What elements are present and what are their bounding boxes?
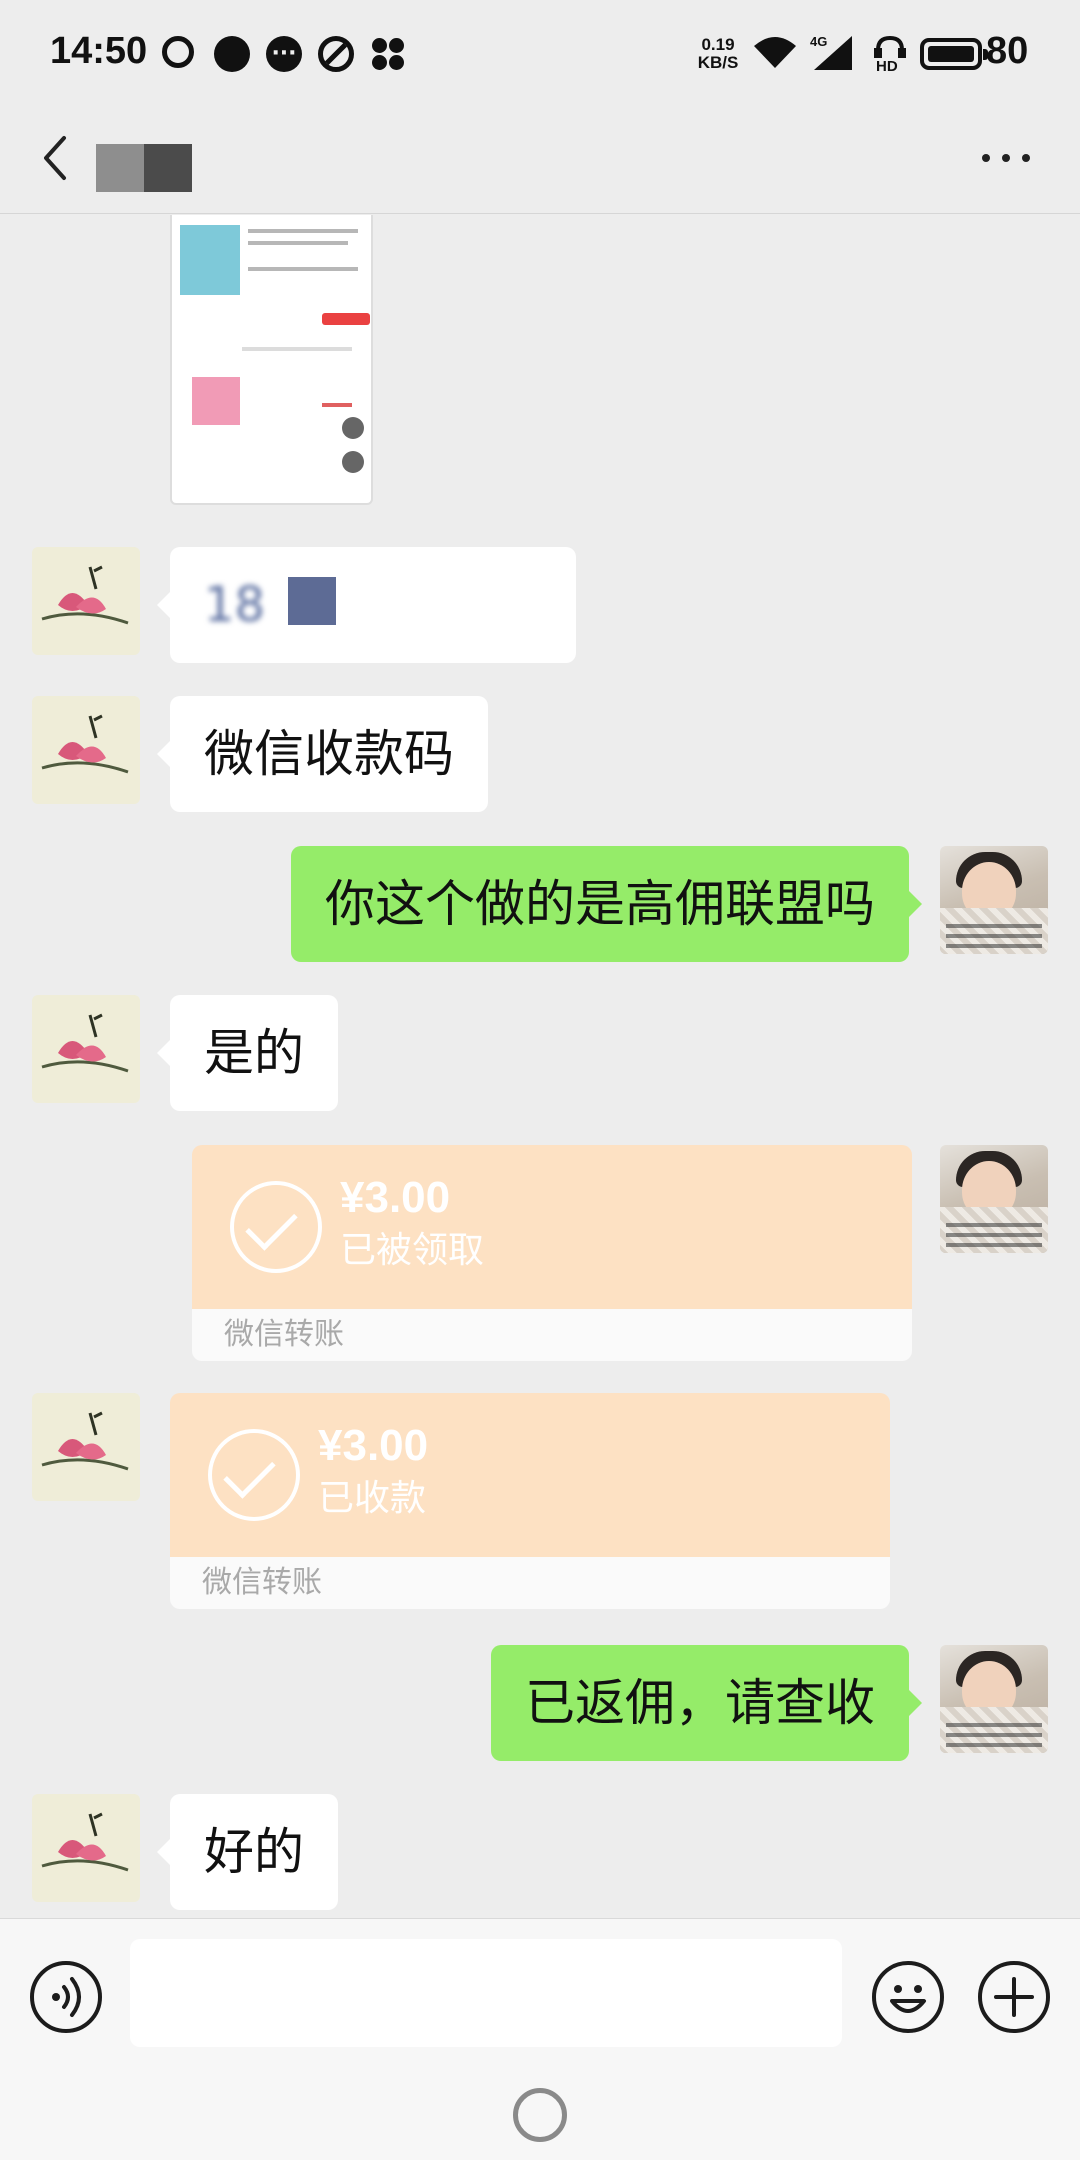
more-horizontal-icon	[982, 154, 990, 162]
battery-icon	[920, 38, 988, 70]
image-message[interactable]	[170, 215, 373, 505]
transfer-status: 已被领取	[340, 1230, 485, 1271]
transfer-status: 已收款	[318, 1478, 427, 1519]
chat-header	[0, 108, 1080, 214]
emoji-icon	[890, 1985, 926, 2013]
chevron-left-icon	[44, 136, 66, 180]
self-avatar[interactable]	[940, 1645, 1048, 1753]
battery-level: 80	[986, 30, 1029, 72]
redaction-block	[288, 577, 336, 625]
chat-notification-icon	[214, 36, 250, 72]
voice-icon	[52, 1977, 81, 2017]
home-button[interactable]	[513, 2088, 567, 2142]
status-time: 14:50	[50, 30, 148, 72]
transfer-card-received[interactable]: ¥3.00 已收款 微信转账	[170, 1393, 890, 1609]
eye-icon	[342, 451, 364, 473]
incoming-message[interactable]: 微信收款码	[157, 696, 488, 812]
message-notification-icon: ···	[266, 36, 302, 72]
incoming-message[interactable]: 是的	[157, 995, 338, 1111]
incoming-message[interactable]: 好的	[157, 1794, 338, 1910]
outgoing-message[interactable]: 已返佣，请查收	[491, 1645, 922, 1761]
network-speed: 0.19 KB/S	[697, 35, 739, 72]
person-icon	[342, 417, 364, 439]
masked-text-message[interactable]: 18	[157, 547, 576, 663]
check-circle-icon	[208, 1429, 300, 1521]
hd-label: HD	[876, 58, 898, 72]
network-type: 4G	[810, 34, 827, 49]
contact-avatar[interactable]	[32, 995, 140, 1103]
more-button[interactable]	[974, 138, 1038, 178]
contact-avatar[interactable]	[32, 1794, 140, 1902]
do-not-disturb-icon	[318, 36, 354, 72]
app-notification-icon	[370, 36, 406, 72]
link-notification-icon	[162, 36, 194, 68]
transfer-label: 微信转账	[170, 1557, 890, 1609]
emoji-button[interactable]	[872, 1961, 944, 2033]
message-input[interactable]	[130, 1939, 842, 2047]
check-circle-icon	[230, 1181, 322, 1273]
self-avatar[interactable]	[940, 1145, 1048, 1253]
chat-message-list[interactable]: 18 微信收款码 你这个做的是高佣联盟吗 是的 ¥3.00 已被领取 微信转账 …	[0, 215, 1080, 1918]
status-bar: 14:50 ··· 0.19 KB/S 4G HD 80	[0, 0, 1080, 108]
more-actions-button[interactable]	[978, 1961, 1050, 2033]
masked-text: 18	[204, 577, 266, 633]
transfer-amount: ¥3.00	[340, 1173, 451, 1222]
contact-avatar[interactable]	[32, 696, 140, 804]
voice-button[interactable]	[30, 1961, 102, 2033]
hd-voice-icon: HD	[874, 35, 906, 72]
contact-name-pixelated	[96, 144, 192, 192]
chat-input-bar	[0, 1918, 1080, 2160]
self-avatar[interactable]	[940, 846, 1048, 954]
back-button[interactable]	[28, 126, 88, 190]
contact-avatar[interactable]	[32, 1393, 140, 1501]
transfer-card-sent[interactable]: ¥3.00 已被领取 微信转账	[192, 1145, 912, 1361]
contact-avatar[interactable]	[32, 547, 140, 655]
transfer-label: 微信转账	[192, 1309, 912, 1361]
cellular-signal-icon: 4G	[810, 34, 852, 70]
wifi-icon	[754, 37, 796, 68]
outgoing-message[interactable]: 你这个做的是高佣联盟吗	[291, 846, 922, 962]
plus-icon	[994, 1977, 1034, 2017]
transfer-amount: ¥3.00	[318, 1421, 429, 1470]
